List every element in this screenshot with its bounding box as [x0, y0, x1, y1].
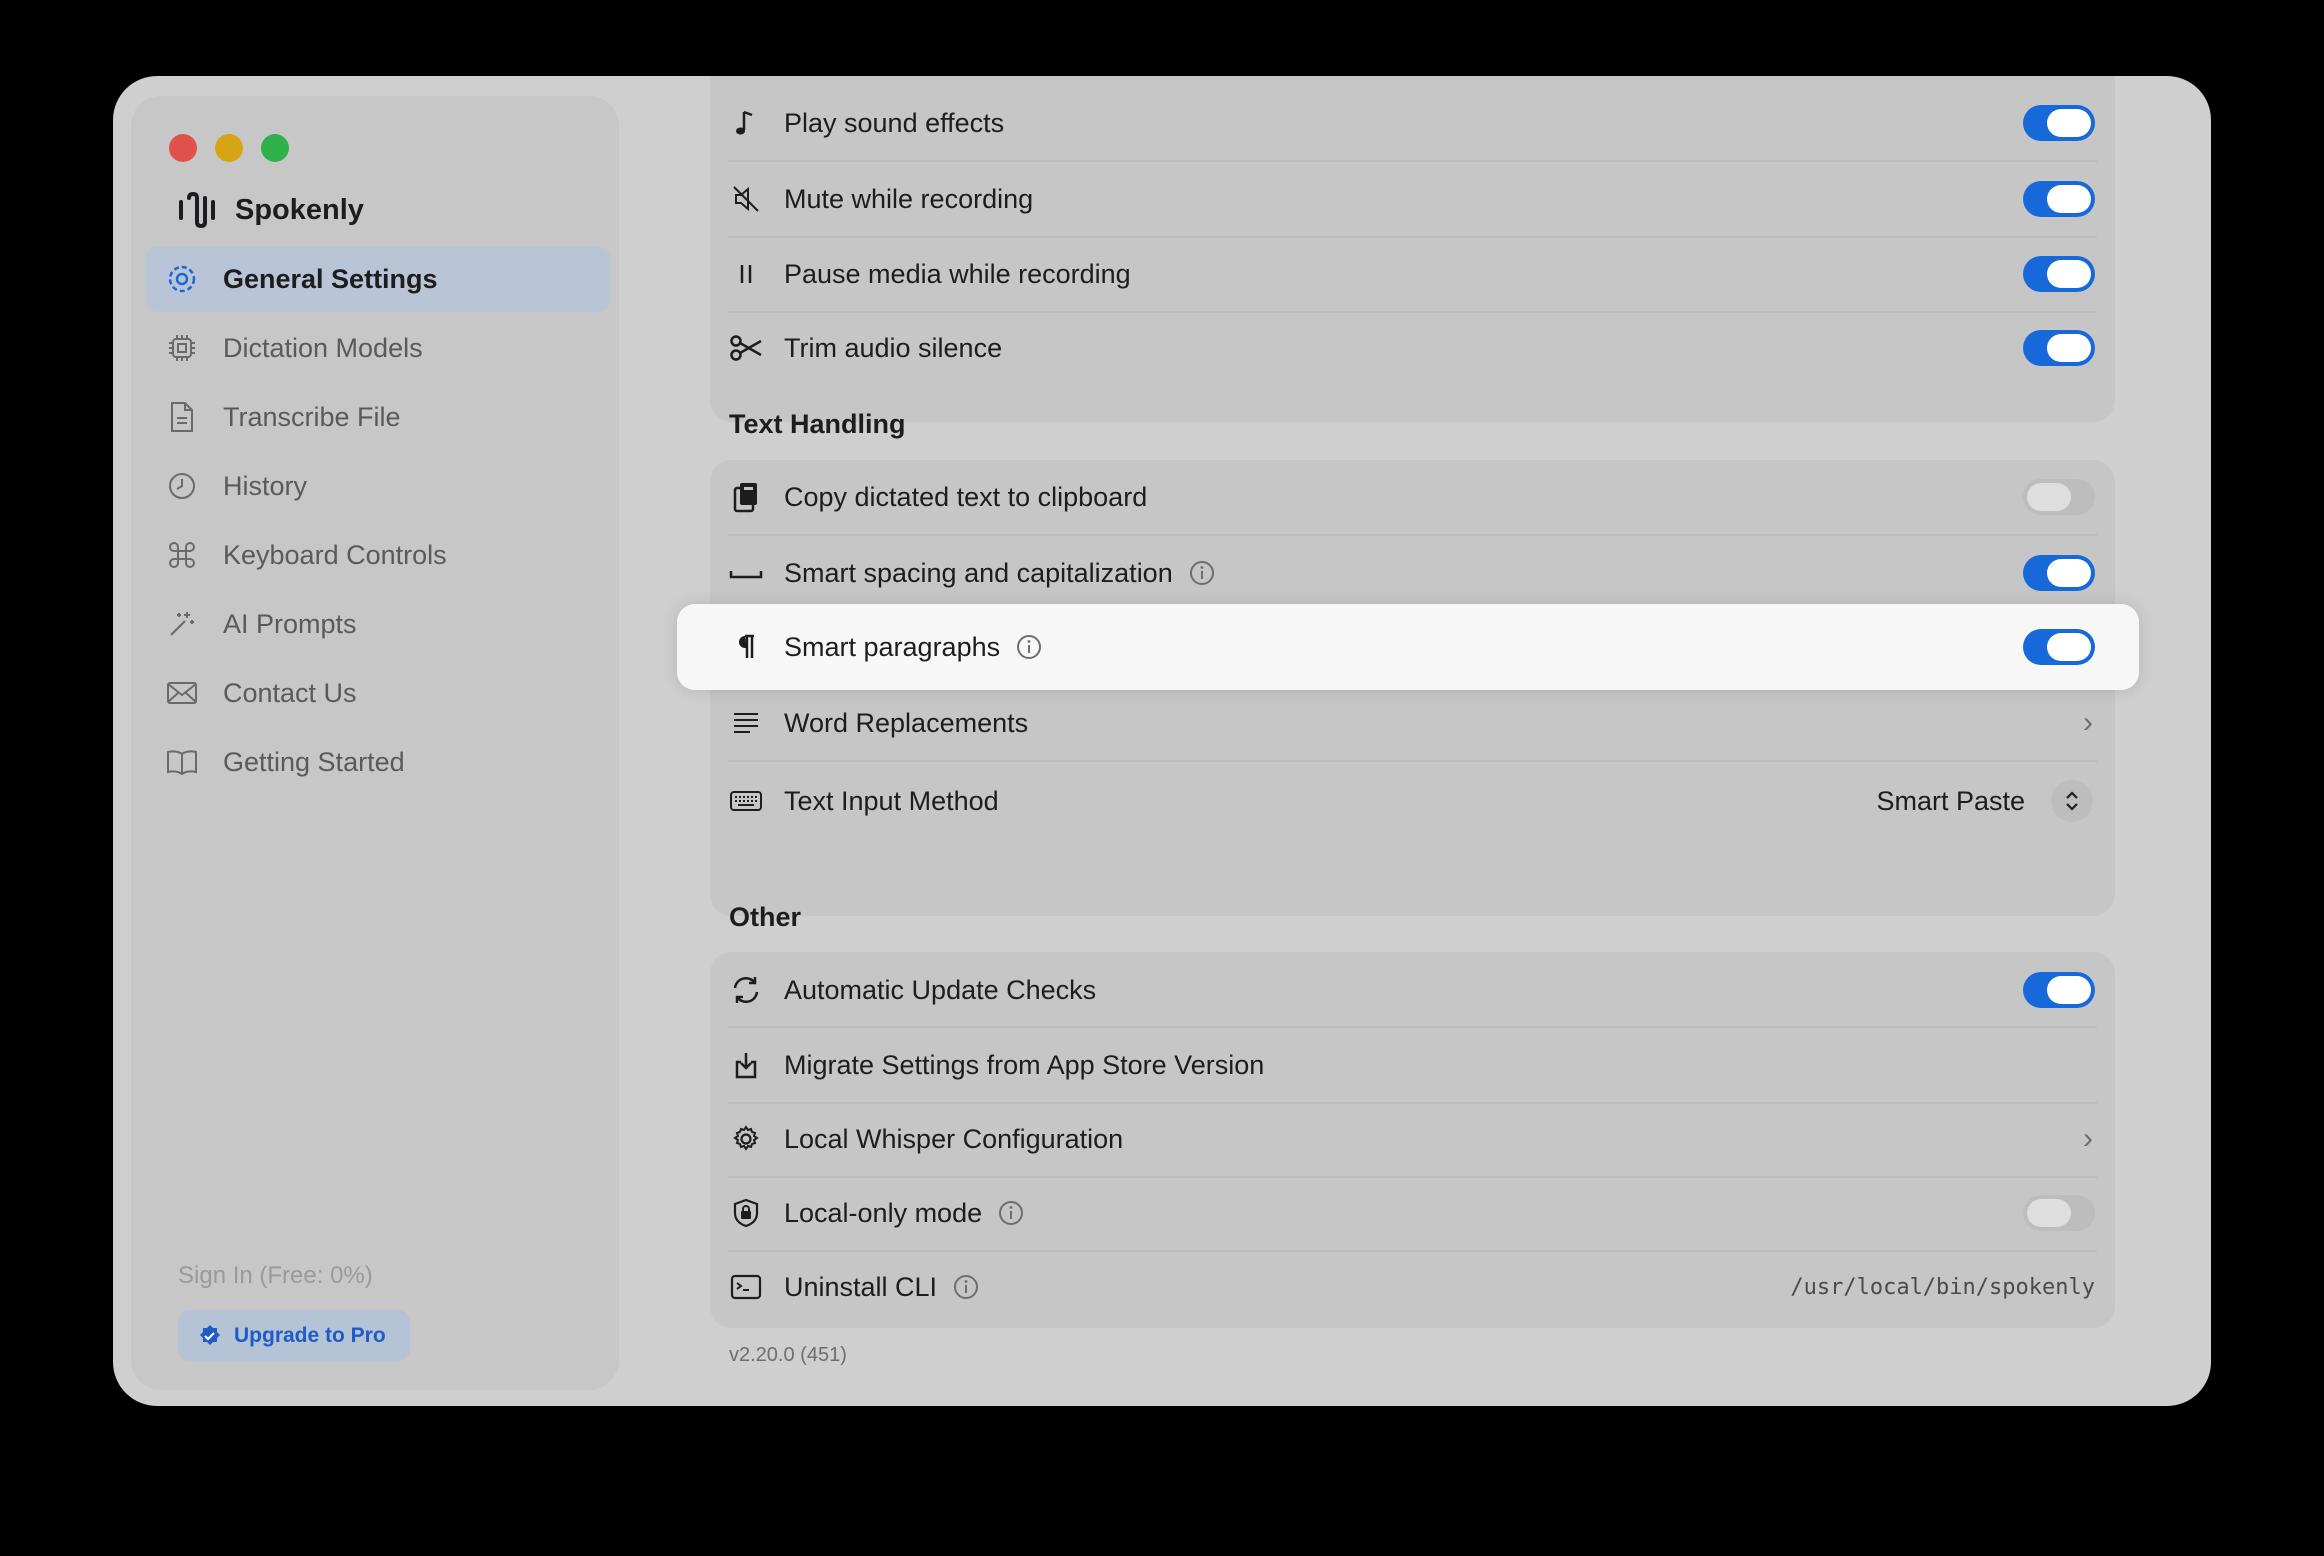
info-icon[interactable]: [1016, 634, 1042, 660]
row-label: Word Replacements: [784, 707, 1029, 738]
mute-while-recording-toggle[interactable]: [2023, 181, 2095, 217]
smart-paragraphs-row: Smart paragraphs: [677, 604, 2139, 690]
row-label: Automatic Update Checks: [784, 974, 1097, 1005]
row-label: Mute while recording: [784, 183, 1034, 214]
gear-icon: [728, 1121, 764, 1157]
input-method-value[interactable]: Smart Paste: [1876, 786, 2025, 817]
trim-audio-silence-row: Trim audio silence: [710, 311, 2115, 385]
scissors-icon: [728, 330, 764, 366]
pause-media-toggle[interactable]: [2023, 256, 2095, 292]
row-label: Copy dictated text to clipboard: [784, 481, 1148, 512]
smart-spacing-toggle[interactable]: [2023, 555, 2095, 591]
text-input-method-row: Text Input Method Smart Paste: [710, 762, 2115, 840]
smart-paragraphs-toggle[interactable]: [2023, 629, 2095, 665]
other-settings-card: Automatic Update Checks Migrate Settings…: [710, 952, 2115, 1328]
row-label: Smart paragraphs: [784, 631, 1001, 662]
input-method-selector[interactable]: [2051, 780, 2093, 822]
chevron-up-down-icon: [2066, 791, 2078, 811]
local-whisper-row[interactable]: Local Whisper Configuration ›: [710, 1102, 2115, 1176]
list-icon: [728, 705, 764, 741]
keyboard-icon: [728, 783, 764, 819]
chevron-right-icon: ›: [2083, 706, 2093, 739]
terminal-icon: [728, 1269, 764, 1305]
other-heading: Other: [729, 902, 802, 932]
text-handling-heading: Text Handling: [729, 409, 906, 439]
app-window: Spokenly General Settings Dictation Mode…: [113, 76, 2211, 1406]
copy-to-clipboard-toggle[interactable]: [2023, 479, 2095, 515]
row-label: Local-only mode: [784, 1197, 983, 1228]
row-label: Play sound effects: [784, 107, 1005, 138]
music-note-icon: [728, 105, 764, 141]
row-label: Uninstall CLI: [784, 1271, 938, 1302]
row-label: Pause media while recording: [784, 258, 1131, 289]
word-replacements-row[interactable]: Word Replacements ›: [710, 686, 2115, 760]
local-only-mode-toggle[interactable]: [2023, 1195, 2095, 1231]
row-label: Migrate Settings from App Store Version: [784, 1049, 1265, 1080]
pause-media-row: Pause media while recording: [710, 237, 2115, 311]
local-only-mode-row: Local-only mode: [710, 1176, 2115, 1250]
lock-shield-icon: [728, 1195, 764, 1231]
automatic-update-toggle[interactable]: [2023, 972, 2095, 1008]
info-icon[interactable]: [998, 1200, 1024, 1226]
tray-download-icon: [728, 1047, 764, 1083]
app-version: v2.20.0 (451): [729, 1344, 847, 1366]
cli-path: /usr/local/bin/spokenly: [1790, 1274, 2095, 1300]
row-label: Local Whisper Configuration: [784, 1123, 1124, 1154]
smart-paragraphs-highlight: Smart paragraphs: [677, 604, 2139, 690]
chevron-right-icon: ›: [2083, 1122, 2093, 1155]
info-icon[interactable]: [1189, 560, 1215, 586]
speaker-mute-icon: [728, 181, 764, 217]
row-label: Smart spacing and capitalization: [784, 557, 1173, 588]
info-icon[interactable]: [953, 1274, 979, 1300]
row-label: Trim audio silence: [784, 332, 1003, 363]
audio-settings-card: Play sound effects Mute while recording …: [710, 76, 2115, 422]
settings-content: Play sound effects Mute while recording …: [113, 76, 2211, 1406]
refresh-icon: [728, 972, 764, 1008]
space-bar-icon: [728, 555, 764, 591]
play-sound-effects-toggle[interactable]: [2023, 105, 2095, 141]
mute-while-recording-row: Mute while recording: [710, 162, 2115, 236]
copy-to-clipboard-row: Copy dictated text to clipboard: [710, 460, 2115, 534]
uninstall-cli-row[interactable]: Uninstall CLI /usr/local/bin/spokenly: [710, 1250, 2115, 1324]
trim-audio-silence-toggle[interactable]: [2023, 330, 2095, 366]
row-label: Text Input Method: [784, 785, 999, 816]
smart-spacing-row: Smart spacing and capitalization: [710, 536, 2115, 610]
play-sound-effects-row: Play sound effects: [710, 86, 2115, 160]
migrate-settings-row[interactable]: Migrate Settings from App Store Version: [710, 1028, 2115, 1102]
pilcrow-icon: [728, 629, 764, 665]
clipboard-icon: [728, 479, 764, 515]
automatic-update-row: Automatic Update Checks: [710, 953, 2115, 1027]
pause-icon: [728, 256, 764, 292]
